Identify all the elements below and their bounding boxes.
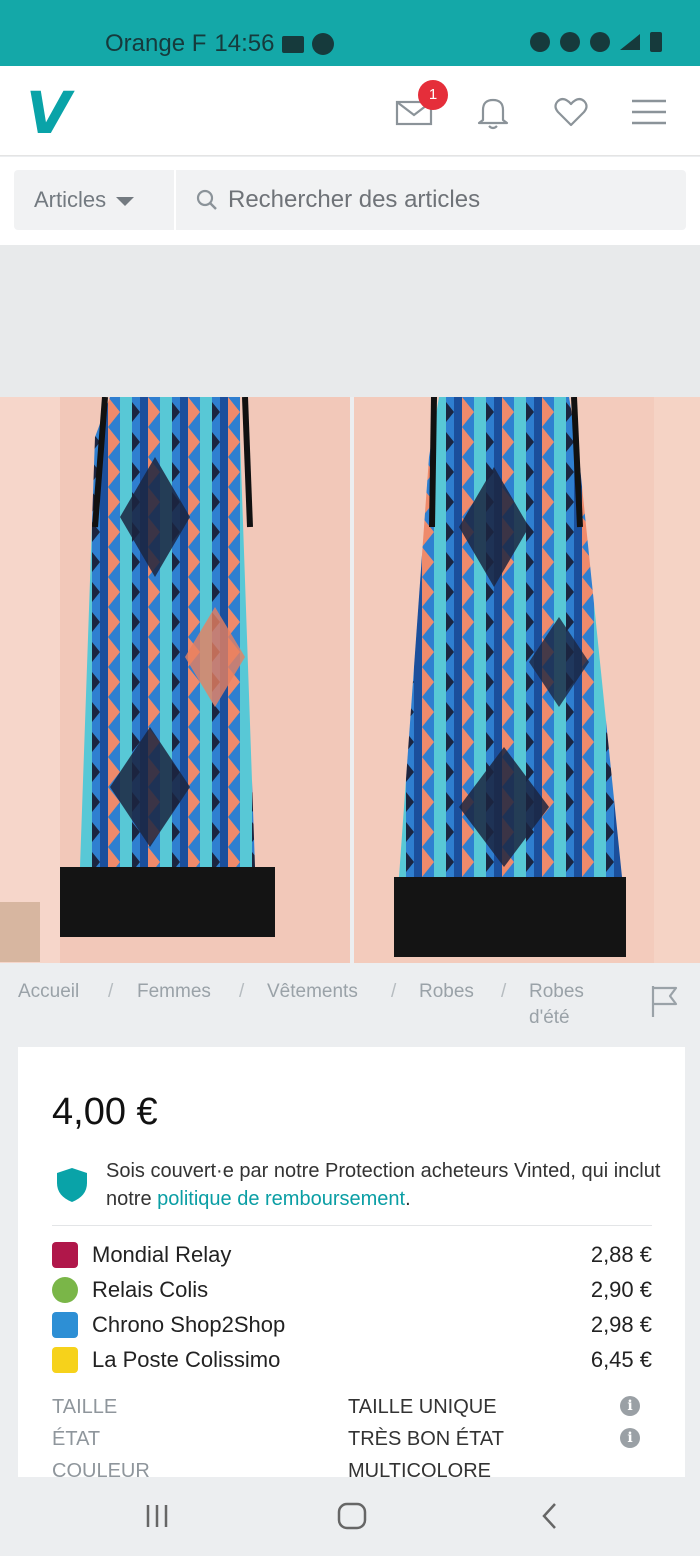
- carrier-name: Orange F: [105, 30, 207, 57]
- shipping-name: Mondial Relay: [92, 1242, 232, 1267]
- chevron-down-icon: [116, 197, 135, 206]
- status-right: [530, 32, 662, 52]
- category-select[interactable]: Articles: [14, 170, 174, 230]
- shipping-price: 6,45 €: [590, 1347, 652, 1372]
- search-field[interactable]: [176, 170, 686, 230]
- category-label: Articles: [34, 187, 107, 212]
- product-photo-1[interactable]: [0, 397, 350, 963]
- buyer-protection-text: Sois couvert·e par notre Protection ache…: [106, 1157, 666, 1213]
- attribute-value: TAILLE UNIQUE: [348, 1396, 497, 1418]
- shipping-name: Relais Colis: [92, 1277, 209, 1302]
- signal-icon: [620, 34, 640, 50]
- shipping-option: Chrono Shop2Shop 2,98 €: [52, 1309, 652, 1339]
- report-flag-icon[interactable]: [650, 984, 680, 1018]
- shipping-price: 2,98 €: [590, 1312, 652, 1337]
- breadcrumb-separator: /: [239, 981, 245, 1002]
- breadcrumb-femmes[interactable]: Femmes: [137, 981, 211, 1003]
- item-price: 4,00 €: [52, 1091, 158, 1133]
- app-header: V: [0, 66, 700, 156]
- bell-icon[interactable]: [473, 92, 513, 132]
- shipping-option: La Poste Colissimo 6,45 €: [52, 1344, 652, 1374]
- refund-policy-link[interactable]: politique de remboursement: [157, 1188, 405, 1210]
- breadcrumb-robes-ete-line1[interactable]: Robes: [529, 981, 584, 1003]
- shipping-option: Mondial Relay 2,88 €: [52, 1239, 652, 1269]
- mondial-relay-icon: [52, 1242, 78, 1268]
- back-icon[interactable]: [536, 1501, 566, 1531]
- divider: [52, 1225, 652, 1226]
- shipping-option: Relais Colis 2,90 €: [52, 1274, 652, 1304]
- info-icon[interactable]: i: [620, 1428, 640, 1448]
- info-icon[interactable]: i: [620, 1396, 640, 1416]
- breadcrumb-vetements[interactable]: Vêtements: [267, 981, 358, 1003]
- alarm-icon: [530, 32, 550, 52]
- status-bar: Orange F 14:56: [0, 0, 700, 66]
- search-icon: [196, 189, 217, 210]
- attribute-key: TAILLE: [52, 1396, 118, 1418]
- gallery-notification-icon: [282, 35, 305, 53]
- breadcrumb-separator: /: [501, 981, 507, 1002]
- status-left: Orange F 14:56: [105, 30, 335, 58]
- protection-end: .: [405, 1188, 411, 1210]
- breadcrumb-accueil[interactable]: Accueil: [18, 981, 79, 1003]
- breadcrumb-robes[interactable]: Robes: [419, 981, 474, 1003]
- attribute-row: ÉTAT TRÈS BON ÉTAT i: [52, 1428, 652, 1458]
- home-icon[interactable]: [336, 1501, 368, 1531]
- colissimo-icon: [52, 1347, 78, 1373]
- attribute-value: TRÈS BON ÉTAT: [348, 1428, 504, 1450]
- vinted-logo[interactable]: V: [26, 84, 71, 142]
- dress-image-1: [0, 397, 350, 963]
- menu-icon[interactable]: [629, 92, 669, 132]
- recent-apps-icon[interactable]: [142, 1501, 172, 1531]
- breadcrumb-separator: /: [108, 981, 114, 1002]
- messenger-notification-icon: [312, 33, 335, 55]
- shipping-price: 2,90 €: [590, 1277, 652, 1302]
- search-input[interactable]: [228, 186, 668, 214]
- wifi-icon: [590, 32, 610, 52]
- ad-placeholder: [0, 245, 700, 397]
- shipping-name: La Poste Colissimo: [92, 1347, 281, 1372]
- relais-colis-icon: [52, 1277, 78, 1303]
- listing-card: 4,00 € Sois couvert·e par notre Protecti…: [18, 1047, 685, 1482]
- system-nav-bar: [0, 1477, 700, 1556]
- breadcrumb-robes-ete-line2[interactable]: d'été: [529, 1007, 570, 1029]
- chrono-shop2shop-icon: [52, 1312, 78, 1338]
- shipping-name: Chrono Shop2Shop: [92, 1312, 286, 1337]
- mute-icon: [560, 32, 580, 52]
- notification-badge: 1: [418, 80, 448, 110]
- attribute-row: TAILLE TAILLE UNIQUE i: [52, 1396, 652, 1426]
- search-bar: Articles: [0, 157, 700, 245]
- shipping-price: 2,88 €: [590, 1242, 652, 1267]
- shield-icon: [57, 1168, 87, 1202]
- clock: 14:56: [214, 30, 275, 57]
- dress-image-2: [354, 397, 700, 963]
- breadcrumb: Accueil / Femmes / Vêtements / Robes / R…: [0, 963, 700, 1045]
- attribute-key: ÉTAT: [52, 1428, 101, 1450]
- product-photo-2[interactable]: [354, 397, 700, 963]
- heart-icon[interactable]: [551, 92, 591, 132]
- breadcrumb-separator: /: [391, 981, 397, 1002]
- battery-icon: [650, 32, 662, 52]
